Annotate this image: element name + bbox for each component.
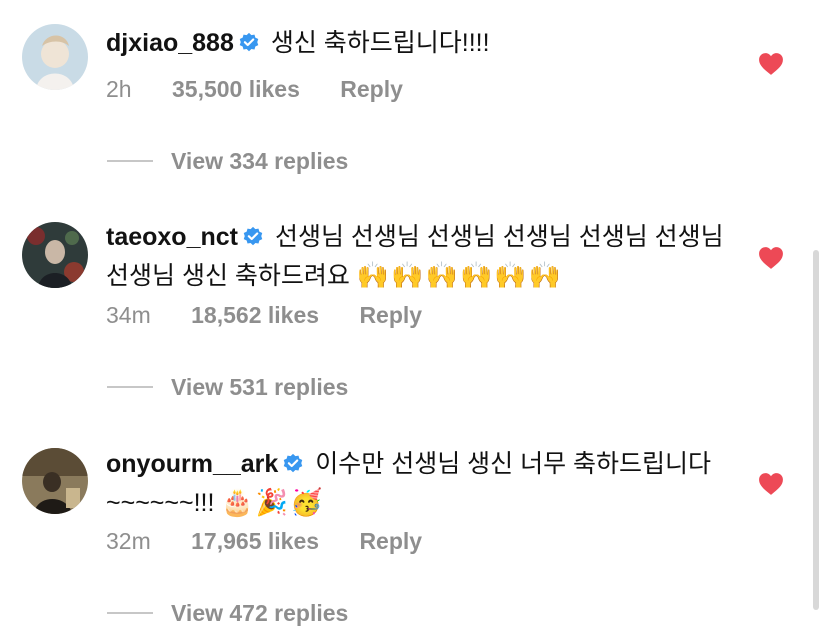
comment-timestamp: 2h	[106, 76, 132, 102]
avatar[interactable]	[22, 448, 88, 514]
comment-text: 생신 축하드립니다!!!!	[270, 29, 490, 57]
view-replies-button[interactable]: View 334 replies	[107, 148, 348, 175]
comment-meta: 32m 17,965 likes Reply	[106, 528, 456, 555]
comment-likes-count[interactable]: 35,500 likes	[172, 76, 300, 102]
comment-username[interactable]: onyourm__ark	[106, 450, 278, 478]
view-replies-label: View 472 replies	[171, 600, 349, 626]
divider-line	[107, 386, 153, 388]
comment-username[interactable]: djxiao_888	[106, 29, 234, 57]
divider-line	[107, 612, 153, 614]
heart-icon[interactable]	[758, 472, 784, 501]
verified-badge-icon	[282, 449, 304, 485]
reply-button[interactable]: Reply	[340, 76, 403, 102]
comment-body: djxiao_888 생신 축하드립니다!!!!	[106, 25, 727, 64]
comment-meta: 34m 18,562 likes Reply	[106, 302, 456, 329]
view-replies-button[interactable]: View 531 replies	[107, 374, 348, 401]
comment-body: onyourm__ark 이수만 선생님 생신 너무 축하드립니다~~~~~~!…	[106, 446, 727, 521]
reply-button[interactable]: Reply	[359, 528, 422, 554]
divider-line	[107, 160, 153, 162]
comment-likes-count[interactable]: 17,965 likes	[191, 528, 319, 554]
comment-body: taeoxo_nct 선생님 선생님 선생님 선생님 선생님 선생님 선생님 생…	[106, 219, 727, 294]
comment-timestamp: 34m	[106, 302, 151, 328]
raised-hands-emoji: 🙌🙌🙌🙌🙌🙌	[356, 261, 564, 291]
avatar[interactable]	[22, 24, 88, 90]
celebration-emoji: 🎂🎉🥳	[221, 488, 325, 518]
heart-icon[interactable]	[758, 52, 784, 81]
comment-likes-count[interactable]: 18,562 likes	[191, 302, 319, 328]
comment-username[interactable]: taeoxo_nct	[106, 223, 238, 251]
scrollbar[interactable]	[813, 250, 819, 610]
heart-icon[interactable]	[758, 246, 784, 275]
verified-badge-icon	[238, 28, 260, 64]
comment-timestamp: 32m	[106, 528, 151, 554]
comment-meta: 2h 35,500 likes Reply	[106, 76, 437, 103]
avatar[interactable]	[22, 222, 88, 288]
view-replies-label: View 334 replies	[171, 148, 349, 174]
view-replies-button[interactable]: View 472 replies	[107, 600, 348, 627]
view-replies-label: View 531 replies	[171, 374, 349, 400]
reply-button[interactable]: Reply	[359, 302, 422, 328]
verified-badge-icon	[242, 222, 264, 258]
